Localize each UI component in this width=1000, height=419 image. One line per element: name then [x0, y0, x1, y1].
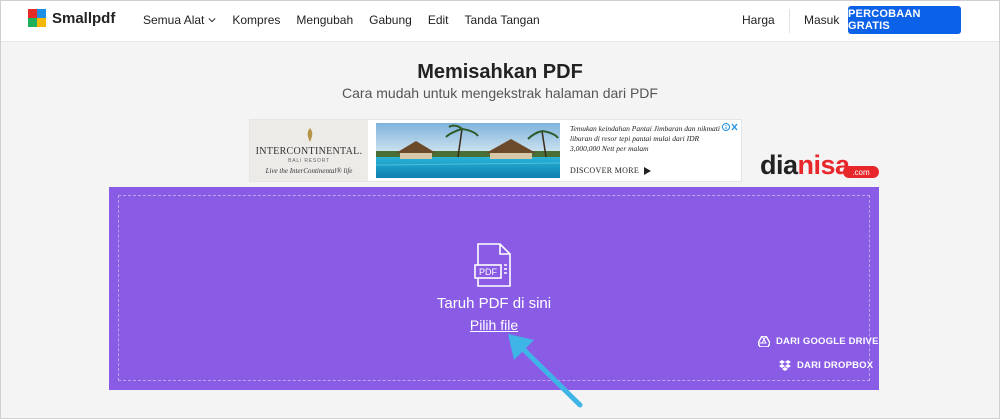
menu-all-tools-label: Semua Alat [143, 13, 205, 27]
drop-zone-dashed-border [118, 195, 870, 381]
drop-instruction: Taruh PDF di sini [436, 295, 552, 312]
watermark-part2: nisa [797, 150, 851, 180]
ad-brand-name: INTERCONTINENTAL. [255, 146, 363, 157]
pdf-icon-label: PDF [479, 267, 498, 277]
page-title: Memisahkan PDF [417, 61, 583, 83]
chevron-down-icon [208, 18, 216, 23]
choose-file-link[interactable]: Pilih file [0, 317, 988, 333]
dropbox-label: DARI DROPBOX [797, 360, 874, 371]
dropbox-icon [779, 360, 791, 371]
pricing-link[interactable]: Harga [742, 13, 775, 27]
pdf-file-icon: PDF [474, 243, 511, 287]
top-navbar: Smallpdf Semua Alat Kompres Mengubah Gab… [1, 1, 999, 42]
dropbox-button[interactable]: DARI DROPBOX [779, 360, 873, 371]
free-trial-button[interactable]: PERCOBAAN GRATIS [848, 6, 961, 34]
annotation-arrow-icon [508, 334, 583, 408]
ad-discover-label: DISCOVER MORE [570, 166, 640, 175]
menu-edit[interactable]: Edit [428, 13, 449, 27]
ad-resort-photo [376, 123, 560, 178]
ad-close-icon[interactable] [722, 122, 738, 132]
ad-banner[interactable]: INTERCONTINENTAL. BALI RESORT Live the I… [249, 119, 742, 182]
menu-all-tools[interactable]: Semua Alat [143, 13, 216, 27]
main-menu: Semua Alat Kompres Mengubah Gabung Edit … [143, 13, 556, 27]
menu-sign[interactable]: Tanda Tangan [465, 13, 540, 27]
menu-convert[interactable]: Mengubah [296, 13, 353, 27]
nav-divider [789, 9, 790, 33]
menu-compress[interactable]: Kompres [232, 13, 280, 27]
ad-discover-link[interactable]: DISCOVER MORE [570, 166, 652, 175]
logo-text: Smallpdf [52, 9, 116, 27]
page-subtitle: Cara mudah untuk mengekstrak halaman dar… [342, 85, 658, 101]
intercontinental-emblem-icon [307, 128, 313, 142]
smallpdf-logo-icon [28, 9, 46, 27]
ad-brand-sub: BALI RESORT [288, 158, 330, 164]
ad-tagline: Live the InterContinental® life [265, 167, 353, 175]
login-link[interactable]: Masuk [804, 13, 839, 27]
play-icon [644, 166, 652, 175]
ad-brand-panel: INTERCONTINENTAL. BALI RESORT Live the I… [250, 120, 368, 181]
google-drive-label: DARI GOOGLE DRIVE [776, 336, 879, 347]
menu-merge[interactable]: Gabung [369, 13, 412, 27]
watermark-badge: .com [843, 166, 879, 178]
logo[interactable]: Smallpdf [28, 9, 115, 27]
watermark-logo: dianisa [760, 150, 850, 181]
google-drive-icon [758, 336, 770, 347]
google-drive-button[interactable]: DARI GOOGLE DRIVE [758, 336, 879, 347]
watermark-part1: dia [760, 150, 798, 180]
ad-copy: Temukan keindahan Pantai Jimbaran dan ni… [570, 124, 720, 153]
